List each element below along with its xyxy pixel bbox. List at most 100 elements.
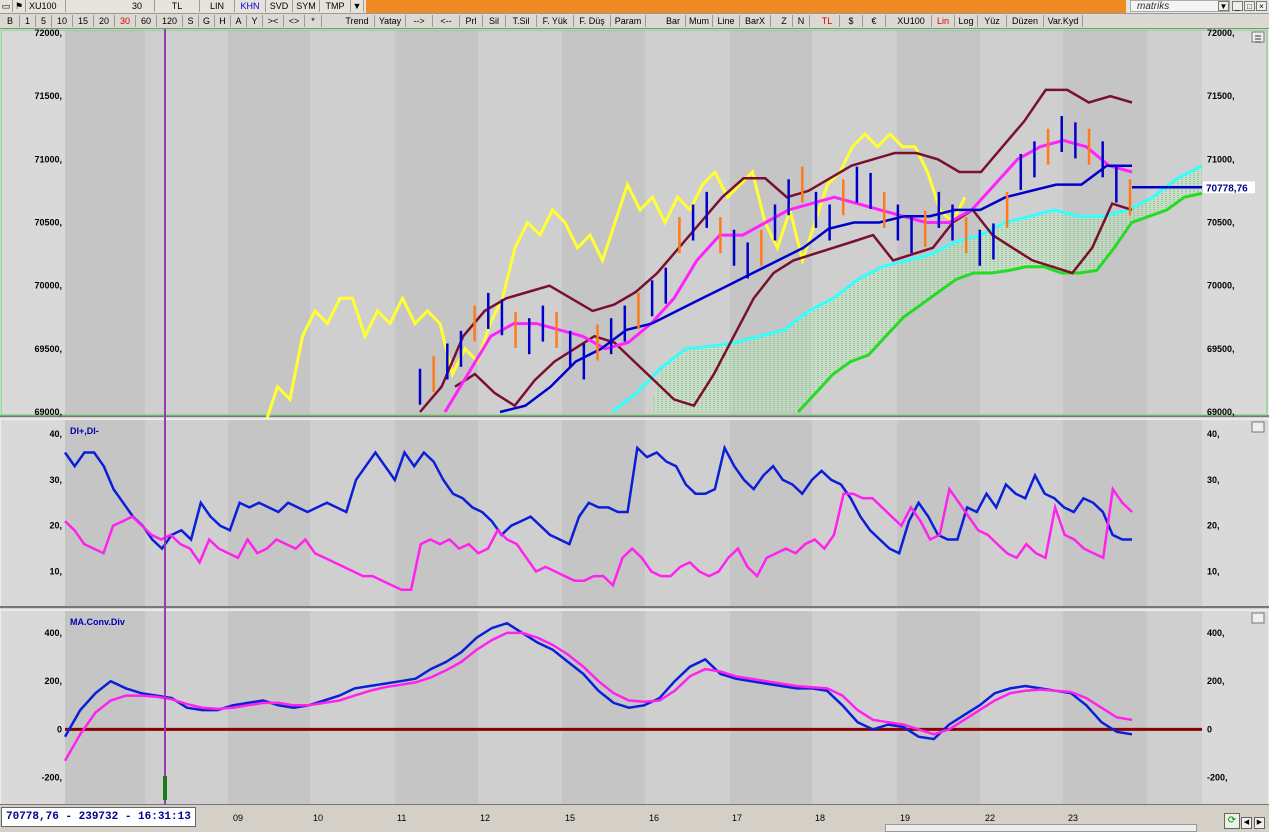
macd-y-tick-right: 400, — [1207, 628, 1225, 638]
toolbar-button-a[interactable]: A — [231, 15, 247, 27]
toolbar-button-lin[interactable]: Lin — [932, 15, 955, 27]
dmi-session-band — [562, 420, 645, 606]
toolbar-button-h[interactable]: H — [215, 15, 231, 27]
toolbar-button-prl[interactable]: Prl — [460, 15, 483, 27]
macd-title: MA.Conv.Div — [70, 617, 125, 627]
macd-session-band — [395, 611, 478, 804]
dropdown-arrow-icon[interactable]: ▼ — [351, 0, 364, 12]
x-axis-date: 11 — [397, 813, 407, 823]
dmi-session-band — [395, 420, 478, 606]
x-axis-date: 15 — [565, 813, 576, 823]
macd-menu-icon[interactable] — [1251, 612, 1265, 624]
toolbar-button-b[interactable]: B — [1, 15, 20, 27]
flag-icon[interactable]: ⚑ — [13, 0, 26, 12]
price-panel[interactable]: 72000, 72000, 71500, 71500, 71000, 71000, 7050… — [0, 29, 1269, 426]
toolbar-button-[interactable]: --> — [406, 15, 433, 27]
khn-tab[interactable]: KHN — [235, 0, 266, 12]
close-icon[interactable]: × — [1256, 1, 1267, 11]
toolbar-button-z[interactable]: Z — [776, 15, 793, 27]
scroll-left-icon[interactable]: ◀ — [1241, 817, 1252, 829]
dmi-y-tick-left: 40, — [49, 429, 62, 439]
dmi-menu-icon[interactable] — [1251, 421, 1265, 433]
chart-area[interactable]: 72000, 72000, 71500, 71500, 71000, 71000, 7050… — [0, 29, 1269, 805]
currency-tab[interactable]: TL — [155, 0, 200, 12]
app-menu-icon[interactable]: ▭ — [0, 0, 13, 12]
toolbar-button-n[interactable]: N — [793, 15, 810, 27]
minimize-icon[interactable]: _ — [1232, 1, 1243, 11]
macd-y-tick-left: 400, — [44, 628, 62, 638]
sym-tab[interactable]: SYM — [293, 0, 320, 12]
toolbar-button-sil[interactable]: Sil — [483, 15, 506, 27]
toolbar-button-10[interactable]: 10 — [52, 15, 73, 27]
dmi-session-band — [65, 420, 145, 606]
toolbar-button-5[interactable]: 5 — [36, 15, 52, 27]
price-y-tick-right: 70500, — [1207, 218, 1235, 228]
price-y-tick-left: 72000, — [34, 29, 62, 38]
macd-y-tick-left: -200, — [41, 773, 62, 783]
toolbar-button-[interactable]: <> — [284, 15, 305, 27]
macd-y-tick-left: 0 — [57, 724, 62, 734]
toolbar-button-60[interactable]: 60 — [136, 15, 157, 27]
price-y-tick-right: 72000, — [1207, 29, 1235, 38]
toolbar-button-t-sil[interactable]: T.Sil — [506, 15, 537, 27]
toolbar-button-param[interactable]: Param — [611, 15, 646, 27]
tmp-tab[interactable]: TMP — [320, 0, 351, 12]
matriks-logo: matriks — [1130, 0, 1230, 12]
toolbar-button-tl[interactable]: TL — [815, 15, 840, 27]
toolbar-button-[interactable]: * — [305, 15, 322, 27]
x-axis-date: 17 — [732, 813, 743, 823]
toolbar-button-f-y-k[interactable]: F. Yük — [537, 15, 574, 27]
toolbar-button-20[interactable]: 20 — [94, 15, 115, 27]
toolbar-button-s[interactable]: S — [183, 15, 199, 27]
price-y-tick-left: 69000, — [34, 407, 62, 417]
scroll-right-icon[interactable]: ▶ — [1254, 817, 1265, 829]
svd-tab[interactable]: SVD — [266, 0, 293, 12]
price-y-tick-left: 69500, — [34, 344, 62, 354]
toolbar-button-trend[interactable]: Trend — [340, 15, 375, 27]
toolbar-button-120[interactable]: 120 — [157, 15, 183, 27]
toolbar-button-f-d[interactable]: F. Düş — [574, 15, 611, 27]
period-tab[interactable]: 30 — [120, 0, 155, 12]
toolbar-button-[interactable]: $ — [840, 15, 863, 27]
toolbar-button-30[interactable]: 30 — [115, 15, 136, 27]
volume-bar — [163, 776, 167, 800]
refresh-icon[interactable]: ⟳ — [1224, 813, 1240, 829]
toolbar-button-[interactable]: <-- — [433, 15, 460, 27]
macd-y-tick-right: -200, — [1207, 773, 1228, 783]
logo-dropdown-icon[interactable]: ▼ — [1218, 1, 1229, 11]
toolbar-button-d-zen[interactable]: Düzen — [1007, 15, 1044, 27]
toolbar-button-log[interactable]: Log — [955, 15, 978, 27]
toolbar-button-g[interactable]: G — [199, 15, 215, 27]
toolbar-button-bar[interactable]: Bar — [661, 15, 686, 27]
scale-tab[interactable]: LIN — [200, 0, 235, 12]
price-session-band — [395, 30, 478, 415]
dmi-panel[interactable]: 40, 40, 30, 30, 20, 20, 10, 10, DI+,DI- — [0, 418, 1269, 608]
toolbar-button-line[interactable]: Line — [713, 15, 740, 27]
price-y-tick-right: 70000, — [1207, 281, 1235, 291]
x-axis-date: 18 — [815, 813, 826, 823]
toolbar-button-15[interactable]: 15 — [73, 15, 94, 27]
toolbar-button-1[interactable]: 1 — [20, 15, 36, 27]
chart-toolbar: B 1 5 10 15 20 30 60 120 S G H A Y >< <> * Trend Yatay --> <… — [0, 14, 1269, 29]
price-y-tick-left: 70500, — [34, 218, 62, 228]
x-axis-date: 16 — [649, 813, 660, 823]
macd-session-band — [65, 611, 145, 804]
macd-session-band — [897, 611, 980, 804]
toolbar-button-yatay[interactable]: Yatay — [375, 15, 406, 27]
toolbar-button-mum[interactable]: Mum — [686, 15, 713, 27]
panel-menu-icon[interactable] — [1251, 31, 1265, 43]
toolbar-button-[interactable]: € — [863, 15, 886, 27]
macd-y-tick-right: 200, — [1207, 676, 1225, 686]
maximize-icon[interactable]: □ — [1244, 1, 1255, 11]
dmi-y-tick-right: 10, — [1207, 567, 1220, 577]
toolbar-button-y-z[interactable]: Yüz — [978, 15, 1007, 27]
toolbar-button-y[interactable]: Y — [247, 15, 263, 27]
macd-y-tick-left: 200, — [44, 676, 62, 686]
symbol-tab[interactable]: XU100 — [26, 0, 66, 12]
price-y-tick-right: 71000, — [1207, 154, 1235, 164]
toolbar-button-var-kyd[interactable]: Var.Kyd — [1044, 15, 1083, 27]
toolbar-button-xu100[interactable]: XU100 — [891, 15, 932, 27]
toolbar-button-barx[interactable]: BarX — [740, 15, 771, 27]
toolbar-button-[interactable]: >< — [263, 15, 284, 27]
macd-panel[interactable]: 400, 400, 200, 200, 0 0 -200, -200, MA.Conv.Div — [0, 609, 1269, 805]
